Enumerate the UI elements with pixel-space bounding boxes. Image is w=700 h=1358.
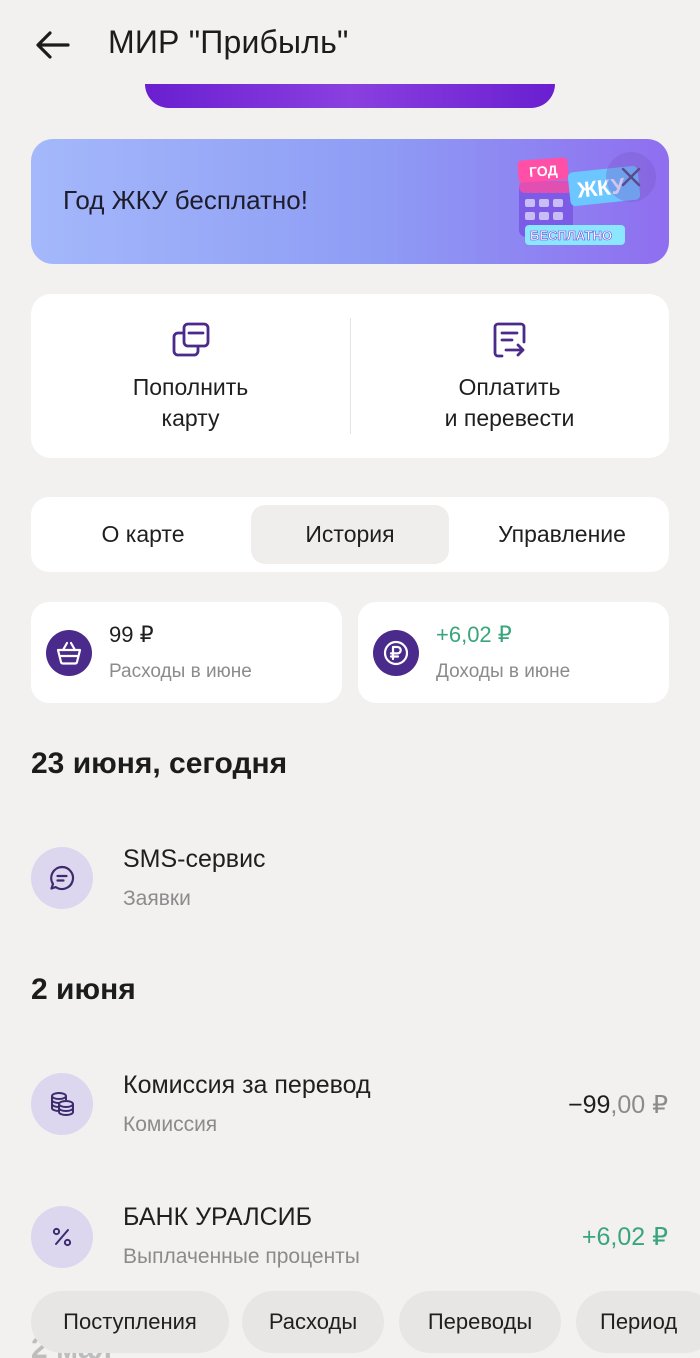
- top-up-card-button[interactable]: Пополнить карту: [31, 294, 350, 458]
- filter-income[interactable]: Поступления: [31, 1291, 229, 1353]
- percent-icon: [31, 1206, 93, 1268]
- promo-art-word-3: БЕСПЛАТНО: [530, 228, 612, 243]
- filter-transfers[interactable]: Переводы: [399, 1291, 561, 1353]
- income-label: Доходы в июне: [436, 661, 571, 682]
- top-up-card-label: Пополнить карту: [132, 374, 249, 431]
- promo-banner[interactable]: Год ЖКУ бесплатно! ГОД ЖКУ БЕСПЛАТНО: [31, 139, 669, 264]
- page-title: МИР "Прибыль": [108, 24, 349, 60]
- expenses-summary[interactable]: 99 ₽ Расходы в июне: [31, 602, 342, 703]
- quick-actions: Пополнить карту Оплатить и перевести: [31, 294, 669, 458]
- transaction-amount: +6,02 ₽: [581, 1223, 668, 1251]
- back-button[interactable]: [30, 22, 76, 68]
- date-header: 23 июня, сегодня: [31, 747, 288, 780]
- transaction-amount: −99,00 ₽: [568, 1090, 668, 1120]
- pay-transfer-label: Оплатить и перевести: [444, 374, 575, 431]
- chat-icon: [31, 847, 93, 909]
- transaction-category: Комиссия: [123, 1113, 218, 1136]
- card-topup-icon: [172, 322, 209, 357]
- coins-icon: [31, 1073, 93, 1135]
- basket-icon: [46, 630, 92, 676]
- transaction-title: SMS-сервис: [123, 845, 266, 873]
- filter-expenses[interactable]: Расходы: [242, 1291, 384, 1353]
- expenses-amount: 99 ₽: [109, 622, 154, 647]
- tab-about-card[interactable]: О карте: [43, 505, 243, 564]
- card-tabs: О карте История Управление: [31, 497, 669, 572]
- ruble-icon: [373, 630, 419, 676]
- expenses-label: Расходы в июне: [109, 661, 252, 682]
- transaction-title: Комиссия за перевод: [123, 1071, 371, 1099]
- arrow-left-icon: [36, 31, 70, 59]
- filter-period[interactable]: Период: [576, 1291, 700, 1353]
- promo-text: Год ЖКУ бесплатно!: [63, 185, 308, 215]
- pay-transfer-button[interactable]: Оплатить и перевести: [350, 294, 669, 458]
- promo-close-button[interactable]: [606, 152, 656, 202]
- income-summary[interactable]: +6,02 ₽ Доходы в июне: [358, 602, 669, 703]
- tab-management[interactable]: Управление: [459, 505, 665, 564]
- tab-history[interactable]: История: [251, 505, 449, 564]
- amount-fraction: ,00 ₽: [610, 1091, 668, 1119]
- close-icon: [621, 167, 641, 187]
- date-header: 2 июня: [31, 973, 136, 1006]
- transaction-title: БАНК УРАЛСИБ: [123, 1203, 313, 1231]
- transaction-category: Заявки: [123, 887, 191, 910]
- payment-doc-icon: [493, 322, 525, 358]
- top-bar: МИР "Прибыль": [0, 0, 700, 95]
- promo-art-word-1: ГОД: [529, 162, 559, 180]
- card-image[interactable]: [145, 84, 555, 108]
- amount-integer: −99: [567, 1091, 611, 1119]
- income-amount: +6,02 ₽: [436, 622, 512, 647]
- transaction-category: Выплаченные проценты: [123, 1245, 360, 1268]
- filter-chips: Поступления Расходы Переводы Период: [0, 1291, 700, 1353]
